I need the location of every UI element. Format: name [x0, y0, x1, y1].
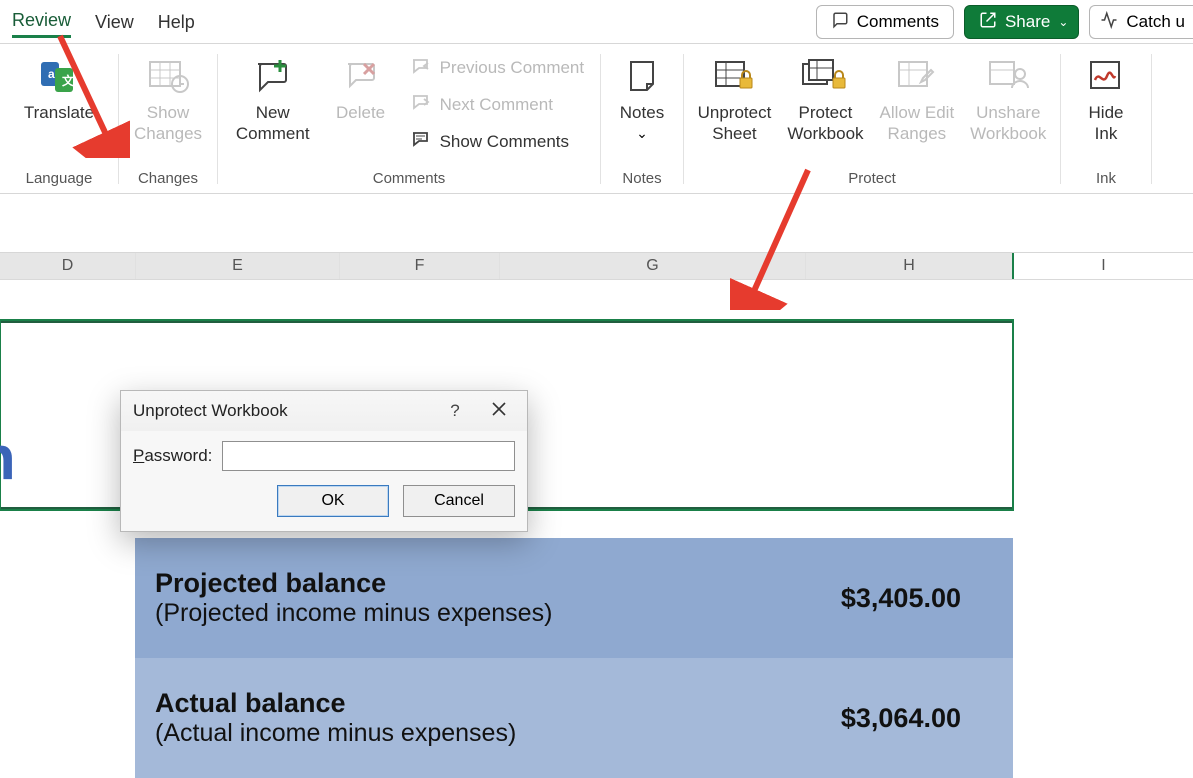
- delete-icon: [342, 54, 380, 98]
- svg-text:a: a: [48, 67, 55, 81]
- delete-label: Delete: [336, 102, 385, 123]
- col-I[interactable]: I: [1014, 253, 1193, 279]
- projected-balance-row[interactable]: Projected balance (Projected income minu…: [135, 538, 1013, 658]
- share-icon: [979, 11, 997, 34]
- group-label-ink: Ink: [1061, 166, 1151, 193]
- hide-ink-label: Hide Ink: [1089, 102, 1124, 145]
- previous-comment-icon: [410, 57, 432, 80]
- actual-balance-row[interactable]: Actual balance (Actual income minus expe…: [135, 658, 1013, 778]
- allow-edit-label: Allow Edit Ranges: [880, 102, 955, 145]
- show-comments-icon: [410, 130, 432, 153]
- tab-review[interactable]: Review: [12, 6, 71, 38]
- group-label-comments: Comments: [218, 166, 600, 193]
- unprotect-sheet-label: Unprotect Sheet: [698, 102, 772, 145]
- col-H[interactable]: H: [806, 253, 1014, 279]
- actual-subtitle: (Actual income minus expenses): [155, 719, 516, 748]
- unprotect-sheet-button[interactable]: Unprotect Sheet: [690, 50, 780, 145]
- notes-label: Notes: [620, 102, 664, 123]
- protect-workbook-label: Protect Workbook: [787, 102, 863, 145]
- tab-view[interactable]: View: [95, 8, 134, 37]
- group-language: a文 Translate Language: [0, 44, 118, 193]
- password-label: Password:: [133, 446, 212, 466]
- col-G[interactable]: G: [500, 253, 806, 279]
- group-ink: Hide Ink Ink: [1061, 44, 1151, 193]
- protect-workbook-icon: [801, 54, 849, 98]
- allow-edit-ranges-button: Allow Edit Ranges: [872, 50, 963, 145]
- new-comment-button[interactable]: New Comment: [228, 50, 318, 145]
- group-comments: New Comment Delete Previous Comment: [218, 44, 600, 193]
- next-comment-button: Next Comment: [404, 89, 591, 120]
- projected-subtitle: (Projected income minus expenses): [155, 599, 552, 628]
- unshare-label: Unshare Workbook: [970, 102, 1046, 145]
- tab-strip: Review View Help Comments Share ⌄ Catch …: [0, 0, 1193, 44]
- projected-amount: $3,405.00: [841, 583, 993, 614]
- show-comments-label: Show Comments: [440, 132, 569, 152]
- col-D[interactable]: D: [0, 253, 136, 279]
- unprotect-workbook-dialog: Unprotect Workbook ? Password: OK Cancel: [120, 390, 528, 532]
- notes-icon: [623, 54, 661, 98]
- comments-label: Comments: [857, 12, 939, 32]
- previous-comment-label: Previous Comment: [440, 58, 585, 78]
- group-notes: Notes ⌄ Notes: [601, 44, 683, 193]
- show-changes-icon: [146, 54, 190, 98]
- show-comments-button[interactable]: Show Comments: [404, 126, 591, 157]
- group-protect: Unprotect Sheet Protect Workbook Allow E…: [684, 44, 1060, 193]
- group-label-changes: Changes: [119, 166, 217, 193]
- chevron-down-icon: ⌄: [636, 125, 648, 142]
- hide-ink-icon: [1085, 54, 1127, 98]
- sheet-title-fragment: onth: [0, 423, 16, 494]
- group-label-language: Language: [0, 166, 118, 193]
- dialog-help-button[interactable]: ?: [433, 394, 477, 428]
- show-changes-button: Show Changes: [126, 50, 210, 145]
- previous-comment-button: Previous Comment: [404, 53, 591, 84]
- dialog-titlebar[interactable]: Unprotect Workbook ?: [121, 391, 527, 431]
- ribbon: a文 Translate Language Show Changes Chang…: [0, 44, 1193, 194]
- chevron-down-icon: ⌄: [1058, 15, 1068, 29]
- column-headers: D E F G H I: [0, 252, 1193, 280]
- col-E[interactable]: E: [136, 253, 340, 279]
- notes-button[interactable]: Notes ⌄: [603, 50, 681, 142]
- unprotect-sheet-icon: [712, 54, 756, 98]
- translate-label: Translate: [24, 102, 94, 123]
- show-changes-label: Show Changes: [134, 102, 202, 145]
- svg-text:文: 文: [62, 73, 75, 88]
- actual-title: Actual balance: [155, 688, 516, 719]
- cancel-button[interactable]: Cancel: [403, 485, 515, 517]
- catch-up-label: Catch u: [1126, 12, 1185, 32]
- allow-edit-icon: [895, 54, 939, 98]
- new-comment-label: New Comment: [236, 102, 310, 145]
- comments-button[interactable]: Comments: [816, 5, 954, 39]
- translate-icon: a文: [38, 54, 80, 98]
- translate-button[interactable]: a文 Translate: [16, 50, 102, 123]
- new-comment-icon: [252, 54, 294, 98]
- protect-workbook-button[interactable]: Protect Workbook: [779, 50, 871, 145]
- projected-title: Projected balance: [155, 568, 552, 599]
- unshare-icon: [986, 54, 1030, 98]
- catch-up-button[interactable]: Catch u: [1089, 5, 1193, 39]
- dialog-close-button[interactable]: [477, 394, 521, 428]
- share-label: Share: [1005, 12, 1050, 32]
- dialog-title: Unprotect Workbook: [133, 401, 433, 421]
- ok-button[interactable]: OK: [277, 485, 389, 517]
- group-changes: Show Changes Changes: [119, 44, 217, 193]
- hide-ink-button[interactable]: Hide Ink: [1067, 50, 1145, 145]
- password-field[interactable]: [222, 441, 515, 471]
- unshare-workbook-button: Unshare Workbook: [962, 50, 1054, 145]
- group-label-protect: Protect: [684, 166, 1060, 193]
- col-F[interactable]: F: [340, 253, 500, 279]
- share-button[interactable]: Share ⌄: [964, 5, 1079, 39]
- activity-icon: [1100, 11, 1118, 34]
- delete-comment-button: Delete: [322, 50, 400, 123]
- comment-icon: [831, 11, 849, 34]
- actual-amount: $3,064.00: [841, 703, 993, 734]
- group-label-notes: Notes: [601, 166, 683, 193]
- next-comment-label: Next Comment: [440, 95, 553, 115]
- close-icon: [492, 401, 506, 421]
- tab-help[interactable]: Help: [158, 8, 195, 37]
- next-comment-icon: [410, 93, 432, 116]
